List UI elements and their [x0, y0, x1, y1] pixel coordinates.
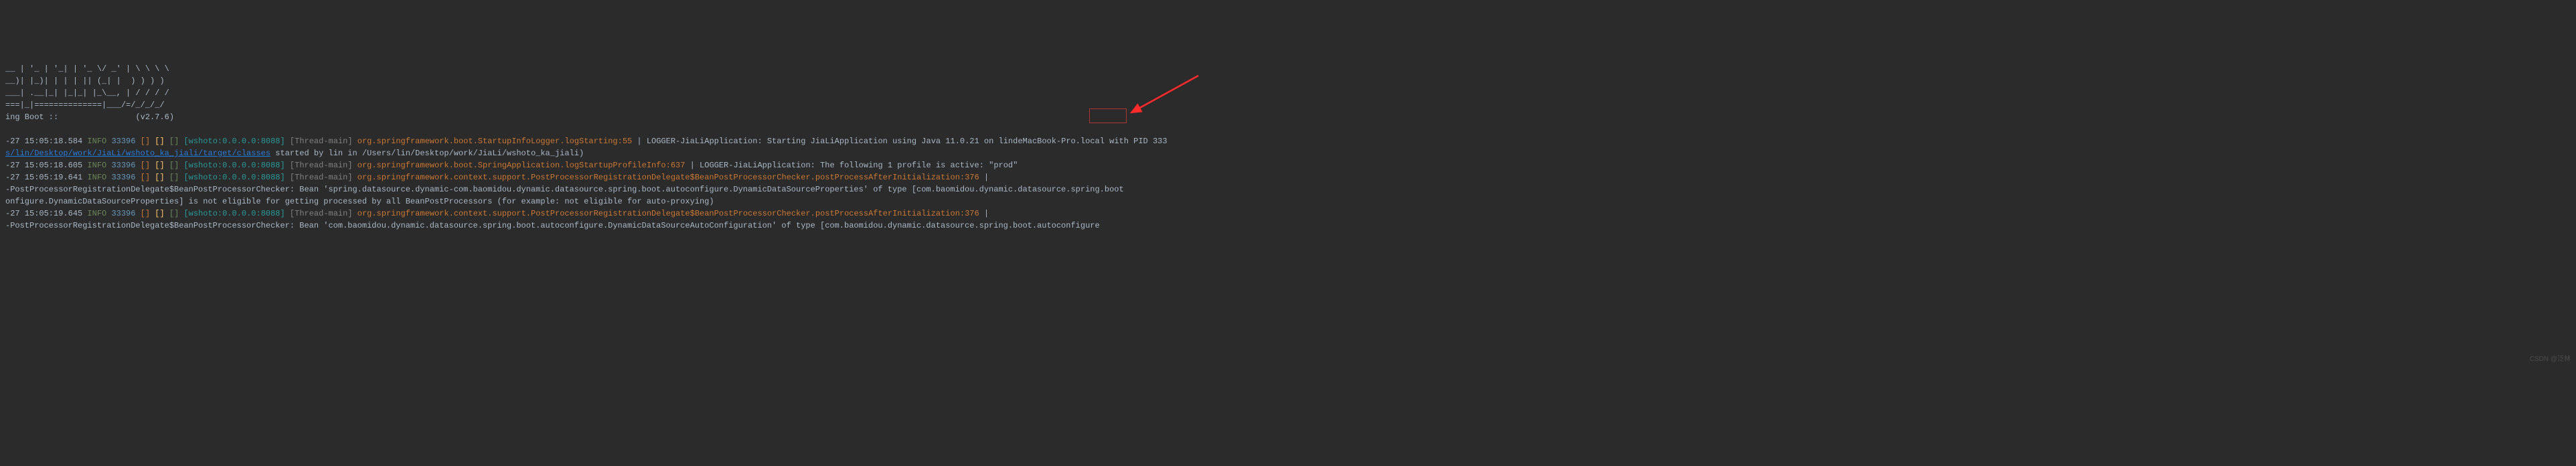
log-level: INFO	[87, 209, 106, 218]
bracket-group: []	[169, 209, 179, 218]
log-message: -PostProcessorRegistrationDelegate$BeanP…	[5, 185, 1124, 194]
log-message: |	[979, 173, 994, 182]
log-timestamp: -27 15:05:19.641	[5, 173, 82, 182]
classpath-link[interactable]: s/lin/Desktop/work/JiaLi/wshoto_ka_jiali…	[5, 149, 270, 158]
log-logger: org.springframework.context.support.Post…	[357, 173, 979, 182]
log-thread: [Thread-main]	[290, 173, 353, 182]
log-thread: [Thread-main]	[290, 161, 353, 170]
log-message: onfigure.DynamicDataSourceProperties] is…	[5, 197, 714, 206]
spring-boot-version: (v2.7.6)	[58, 112, 174, 122]
ascii-banner-line: __ | '_ | '_| | '_ \/ _' | \ \ \ \	[5, 64, 169, 74]
log-level: INFO	[87, 161, 106, 170]
log-context: [wshoto:0.0.0.0:8088]	[183, 137, 285, 146]
bracket-group: []	[141, 161, 150, 170]
log-timestamp: -27 15:05:18.605	[5, 161, 82, 170]
log-level: INFO	[87, 173, 106, 182]
log-thread: [Thread-main]	[290, 137, 353, 146]
log-pid: 33396	[111, 161, 135, 170]
log-message: | LOGGER-JiaLiApplication: The following…	[685, 161, 1018, 170]
spring-boot-label: ing Boot ::	[5, 112, 58, 122]
log-logger: org.springframework.context.support.Post…	[357, 209, 979, 218]
bracket-group: []	[169, 173, 179, 182]
bracket-group: []	[141, 173, 150, 182]
log-message: -PostProcessorRegistrationDelegate$BeanP…	[5, 221, 1100, 230]
log-pid: 33396	[111, 173, 135, 182]
log-context: [wshoto:0.0.0.0:8088]	[183, 173, 285, 182]
log-context: [wshoto:0.0.0.0:8088]	[183, 161, 285, 170]
log-pid: 33396	[111, 209, 135, 218]
ascii-banner-line: ===|_|==============|___/=/_/_/_/	[5, 100, 165, 110]
bracket-group: []	[141, 209, 150, 218]
ascii-banner-line: __)| |_)| | | | || (_| | ) ) ) )	[5, 76, 165, 86]
bracket-group: []	[155, 173, 164, 182]
log-pid: 33396	[111, 137, 135, 146]
bracket-group: []	[141, 137, 150, 146]
bracket-group: []	[169, 161, 179, 170]
log-logger: org.springframework.boot.SpringApplicati…	[357, 161, 686, 170]
log-message: |	[979, 209, 994, 218]
bracket-group: []	[155, 209, 164, 218]
ascii-banner-line: ___| .__|_| |_|_| |_\__, | / / / /	[5, 88, 169, 98]
log-message: | LOGGER-JiaLiApplication: Starting JiaL…	[632, 137, 1167, 146]
log-timestamp: -27 15:05:18.584	[5, 137, 82, 146]
bracket-group: []	[155, 161, 164, 170]
bracket-group: []	[169, 137, 179, 146]
console-output: __ | '_ | '_| | '_ \/ _' | \ \ \ \ __)| …	[5, 51, 2571, 232]
log-message: started by lin in /Users/lin/Desktop/wor…	[270, 149, 584, 158]
log-context: [wshoto:0.0.0.0:8088]	[183, 209, 285, 218]
log-level: INFO	[87, 137, 106, 146]
bracket-group: []	[155, 137, 164, 146]
log-logger: org.springframework.boot.StartupInfoLogg…	[357, 137, 632, 146]
watermark-text: CSDN @泛林	[2530, 354, 2571, 364]
log-timestamp: -27 15:05:19.645	[5, 209, 82, 218]
log-thread: [Thread-main]	[290, 209, 353, 218]
